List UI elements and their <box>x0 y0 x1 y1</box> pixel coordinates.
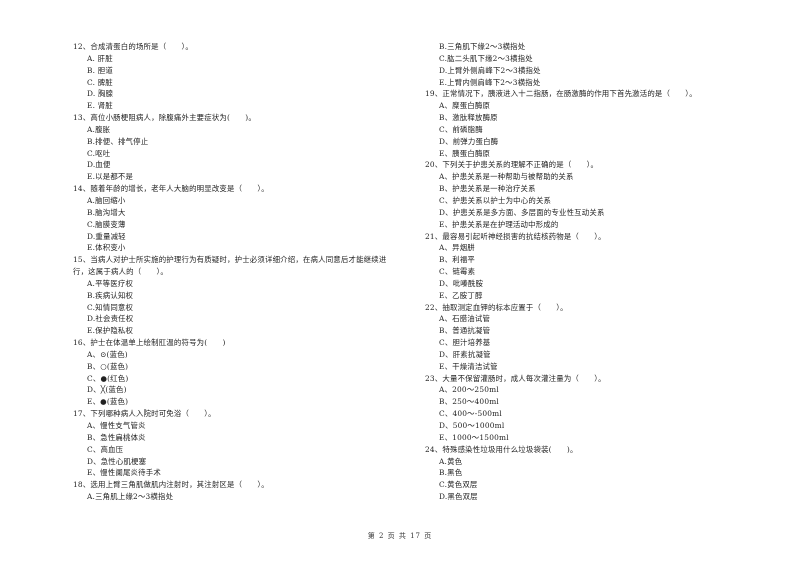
question-text: 12、合成清蛋白的场所是（ ）。 <box>73 42 193 51</box>
answer-option: B.黑色 <box>439 468 463 478</box>
answer-option: D、护患关系是多方面、多层面的专业性互动关系 <box>439 207 605 217</box>
answer-option: E、●(蓝色) <box>87 397 129 407</box>
answer-option: A.脑回缩小 <box>87 195 126 205</box>
answer-option: E、慢性阑尾炎待手术 <box>87 468 161 478</box>
question-text: 18、选用上臂三角肌做肌内注射时，其注射区是（ ）。 <box>73 480 269 490</box>
answer-option: C、高血压 <box>87 444 124 454</box>
question-text: 20、下列关于护患关系的理解不正确的是（ ）。 <box>425 160 599 170</box>
question-text: 15、当病人对护士所实施的护理行为有质疑时，护士必须详细介绍，在病人同意后才能继… <box>73 255 387 265</box>
answer-option: C、400～-500ml <box>439 409 502 419</box>
answer-option: C.黄色双层 <box>439 480 478 490</box>
left-column: 12、合成清蛋白的场所是（ ）。 A. 肝脏 B. 胆道 C. 脾脏 D. 胸腺 E. 肾… <box>73 41 418 503</box>
answer-option: D、吡嗪酰胺 <box>439 278 484 288</box>
answer-option: D、肝素抗凝管 <box>439 349 491 359</box>
answer-option: A. 肝脏 <box>87 53 113 63</box>
answer-option: B.三角肌下缘2～3横指处 <box>439 42 526 51</box>
answer-option: E.保护隐私权 <box>87 326 134 336</box>
answer-option: B、250～400ml <box>439 397 499 407</box>
answer-option: A、慢性支气管炎 <box>87 421 146 430</box>
question-text: 14、随着年龄的增长，老年人大脑的明显改变是（ ）。 <box>73 184 269 194</box>
question-text: 22、抽取测定血钾的标本应置于（ ）。 <box>425 302 568 312</box>
answer-option: B、激肽释放酶原 <box>439 113 498 123</box>
answer-option: B.脑沟增大 <box>87 207 126 217</box>
answer-option: A.三角肌上缘2～3横指处 <box>87 492 174 502</box>
answer-option: D.社会责任权 <box>87 314 134 324</box>
answer-option: D.上臂外侧肩峰下2～3横指处 <box>439 65 541 75</box>
answer-option: B、○(蓝色) <box>87 361 129 371</box>
answer-option: A.平等医疗权 <box>87 278 134 288</box>
answer-option: B.疾病认知权 <box>87 290 134 300</box>
answer-option: E.以是都不是 <box>87 172 134 182</box>
question-text: 16、护士在体温单上绘制肛温的符号为( ) <box>73 338 226 348</box>
question-text: 行，这属于病人的（ ）。 <box>73 267 168 277</box>
answer-option: B、利福平 <box>439 255 475 265</box>
answer-option: E、护患关系是在护理活动中形成的 <box>439 219 559 229</box>
answer-option: C.知情同意权 <box>87 302 134 312</box>
answer-option: C.呕吐 <box>87 148 111 158</box>
answer-option: D、急性心肌梗塞 <box>87 456 147 466</box>
answer-option: A、⊙(蓝色) <box>87 349 128 359</box>
right-column: B.三角肌下缘2～3横指处 C.肱二头肌下缘2～3横指处 D.上臂外侧肩峰下2～3横… <box>425 41 770 503</box>
question-text: 23、大量不保留灌肠时，成人每次灌注量为（ ）。 <box>425 373 606 383</box>
answer-option: C. 脾脏 <box>87 77 113 87</box>
answer-option: D.黑色双层 <box>439 492 478 502</box>
answer-option: E、1000～1500ml <box>439 432 509 442</box>
answer-option: D、╳(蓝色) <box>87 385 127 395</box>
page-footer: 第 2 页 共 17 页 <box>367 532 433 540</box>
answer-option: E、干燥清洁试管 <box>439 361 498 371</box>
answer-option: D、500～1000ml <box>439 421 505 430</box>
question-text: 17、下列哪种病人入院时可免浴（ ）。 <box>73 409 216 419</box>
answer-option: C.肱二头肌下缘2～3横指处 <box>439 53 533 63</box>
answer-option: B、护患关系是一种治疗关系 <box>439 184 536 194</box>
answer-option: B、急性扁桃体炎 <box>87 432 146 442</box>
question-text: 19、正常情况下，胰液进入十二指肠，在肠激酶的作用下首先激活的是（ ）。 <box>425 89 697 99</box>
answer-option: B. 胆道 <box>87 65 113 75</box>
answer-option: C、链霉素 <box>439 267 476 277</box>
answer-option: B、普通抗凝管 <box>439 326 491 336</box>
answer-option: D. 胸腺 <box>87 89 114 99</box>
answer-option: D.重量减轻 <box>87 231 126 241</box>
answer-option: A、异烟肼 <box>439 243 475 253</box>
question-text: 21、最容易引起听神经损害的抗结核药物是（ ）。 <box>425 231 606 241</box>
answer-option: D.血便 <box>87 160 111 170</box>
answer-option: C、前磷脂酶 <box>439 124 483 134</box>
answer-option: E、胰蛋白酶原 <box>439 148 491 158</box>
answer-option: A、200～250ml <box>439 385 499 395</box>
answer-option: E、乙胺丁醇 <box>439 290 483 300</box>
answer-option: A.黄色 <box>439 456 463 466</box>
answer-option: E. 肾脏 <box>87 101 113 111</box>
answer-option: A.腹胀 <box>87 124 111 134</box>
answer-option: B.排便、排气停止 <box>87 136 149 146</box>
answer-option: C.脑膜变薄 <box>87 219 126 229</box>
answer-option: C、●(红色) <box>87 373 129 383</box>
answer-option: E.上臂内侧肩峰下2～3横指处 <box>439 77 541 87</box>
question-text: 24、特殊感染性垃圾用什么垃圾袋装( )。 <box>425 444 578 454</box>
answer-option: D、前弹力蛋白酶 <box>439 136 499 146</box>
answer-option: A、糜蛋白酶原 <box>439 101 491 111</box>
answer-option: C、胆汁培养基 <box>439 338 491 348</box>
answer-option: A、护患关系是一种帮助与被帮助的关系 <box>439 172 574 182</box>
answer-option: E.体积变小 <box>87 243 126 253</box>
answer-option: A、石腊油试管 <box>439 314 491 324</box>
question-text: 13、高位小肠梗阻病人，除腹痛外主要症状为( )。 <box>73 113 256 123</box>
answer-option: C、护患关系以护士为中心的关系 <box>439 195 552 205</box>
